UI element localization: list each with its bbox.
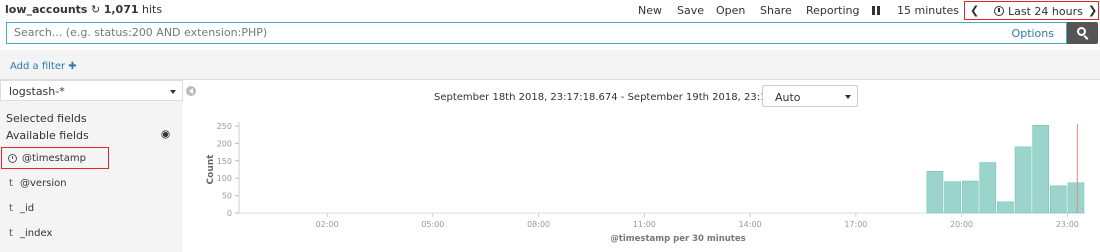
y-axis-label: Count	[206, 154, 216, 185]
histogram-bar[interactable]	[1014, 146, 1032, 214]
histogram-bar[interactable]	[961, 180, 979, 214]
menu-reporting[interactable]: Reporting	[806, 4, 859, 17]
field-name: @version	[20, 178, 67, 189]
y-tick-label: 0	[227, 209, 232, 218]
string-type-icon: t	[9, 228, 13, 239]
time-range-label[interactable]: Last 24 hours	[1008, 5, 1083, 18]
x-tick-label: 17:00	[844, 220, 867, 229]
field-name: _index	[20, 228, 53, 239]
x-tick-label: 11:00	[633, 220, 656, 229]
saved-search-title: low_accounts ↻ 1,071 hits	[5, 3, 162, 16]
x-tick-label: 20:00	[950, 220, 973, 229]
available-fields-heading: Available fields	[6, 129, 89, 142]
pause-icon[interactable]	[872, 6, 880, 15]
histogram-bar[interactable]	[979, 162, 997, 214]
index-pattern-select[interactable]: logstash-*	[0, 80, 183, 101]
menu-new[interactable]: New	[638, 4, 662, 17]
string-type-icon: t	[9, 178, 13, 189]
field-item[interactable]: t _index	[0, 223, 183, 245]
menu-open[interactable]: Open	[716, 4, 745, 17]
field-item[interactable]: @timestamp	[1, 147, 109, 169]
add-filter-link[interactable]: Add a filter ✚	[10, 61, 77, 72]
x-tick-label: 02:00	[316, 220, 339, 229]
menu-save[interactable]: Save	[677, 4, 704, 17]
histogram-bar[interactable]	[944, 181, 961, 214]
index-pattern-name: logstash-*	[9, 85, 65, 98]
x-tick-label: 23:00	[1056, 220, 1079, 229]
search-box: Options	[6, 22, 1067, 44]
y-tick-label: 200	[217, 139, 232, 148]
field-item[interactable]: t @version	[0, 173, 183, 195]
gear-icon[interactable]	[162, 131, 169, 138]
plus-icon: ✚	[68, 61, 77, 72]
hit-count: 1,071	[103, 3, 139, 16]
chevron-right-icon[interactable]: ❯	[1088, 4, 1097, 17]
time-picker: ❮ Last 24 hours ❯	[964, 1, 1099, 20]
search-input[interactable]	[14, 26, 914, 39]
histogram-bar[interactable]	[1067, 182, 1085, 214]
y-tick-label: 250	[217, 122, 232, 131]
interval-value: Auto	[775, 91, 801, 104]
caret-down-icon	[845, 95, 851, 99]
top-bar: low_accounts ↻ 1,071 hits New Save Open …	[0, 0, 1100, 20]
string-type-icon: t	[9, 203, 13, 214]
histogram-bar[interactable]	[1032, 125, 1049, 214]
field-name: _id	[20, 203, 35, 214]
chevron-left-icon[interactable]: ❮	[970, 4, 979, 17]
field-item[interactable]: t _id	[0, 198, 183, 220]
field-name: @timestamp	[22, 153, 86, 164]
filter-bar: Add a filter ✚	[0, 50, 1100, 80]
histogram-bar[interactable]	[997, 201, 1014, 214]
selected-fields-heading: Selected fields	[6, 112, 87, 125]
search-row: Options	[0, 22, 1100, 46]
x-axis-label: @timestamp per 30 minutes	[610, 234, 745, 244]
histogram-chart: 0 50 100 150 200 250 02:00 05:00 08:00 11:00 14:00…	[206, 122, 1085, 244]
hits-label: hits	[142, 3, 163, 16]
search-button[interactable]	[1067, 22, 1098, 44]
y-tick-label: 100	[217, 174, 232, 183]
options-link[interactable]: Options	[1012, 27, 1054, 40]
histogram-bar[interactable]	[1050, 185, 1067, 214]
histogram-bar[interactable]	[926, 170, 944, 214]
x-tick-label: 08:00	[527, 220, 550, 229]
x-tick-label: 05:00	[421, 220, 444, 229]
x-tick-label: 14:00	[739, 220, 762, 229]
collapse-sidebar-icon[interactable]	[186, 86, 196, 96]
saved-search-name: low_accounts	[5, 3, 88, 16]
clock-icon	[994, 6, 1004, 16]
caret-down-icon	[170, 90, 176, 94]
reload-icon[interactable]: ↻	[91, 3, 100, 16]
interval-select[interactable]: Auto	[762, 85, 858, 107]
y-tick-label: 50	[222, 192, 232, 201]
y-tick-label: 150	[217, 157, 232, 166]
menu-share[interactable]: Share	[760, 4, 792, 17]
refresh-interval[interactable]: 15 minutes	[897, 4, 959, 17]
date-type-icon	[8, 154, 17, 163]
